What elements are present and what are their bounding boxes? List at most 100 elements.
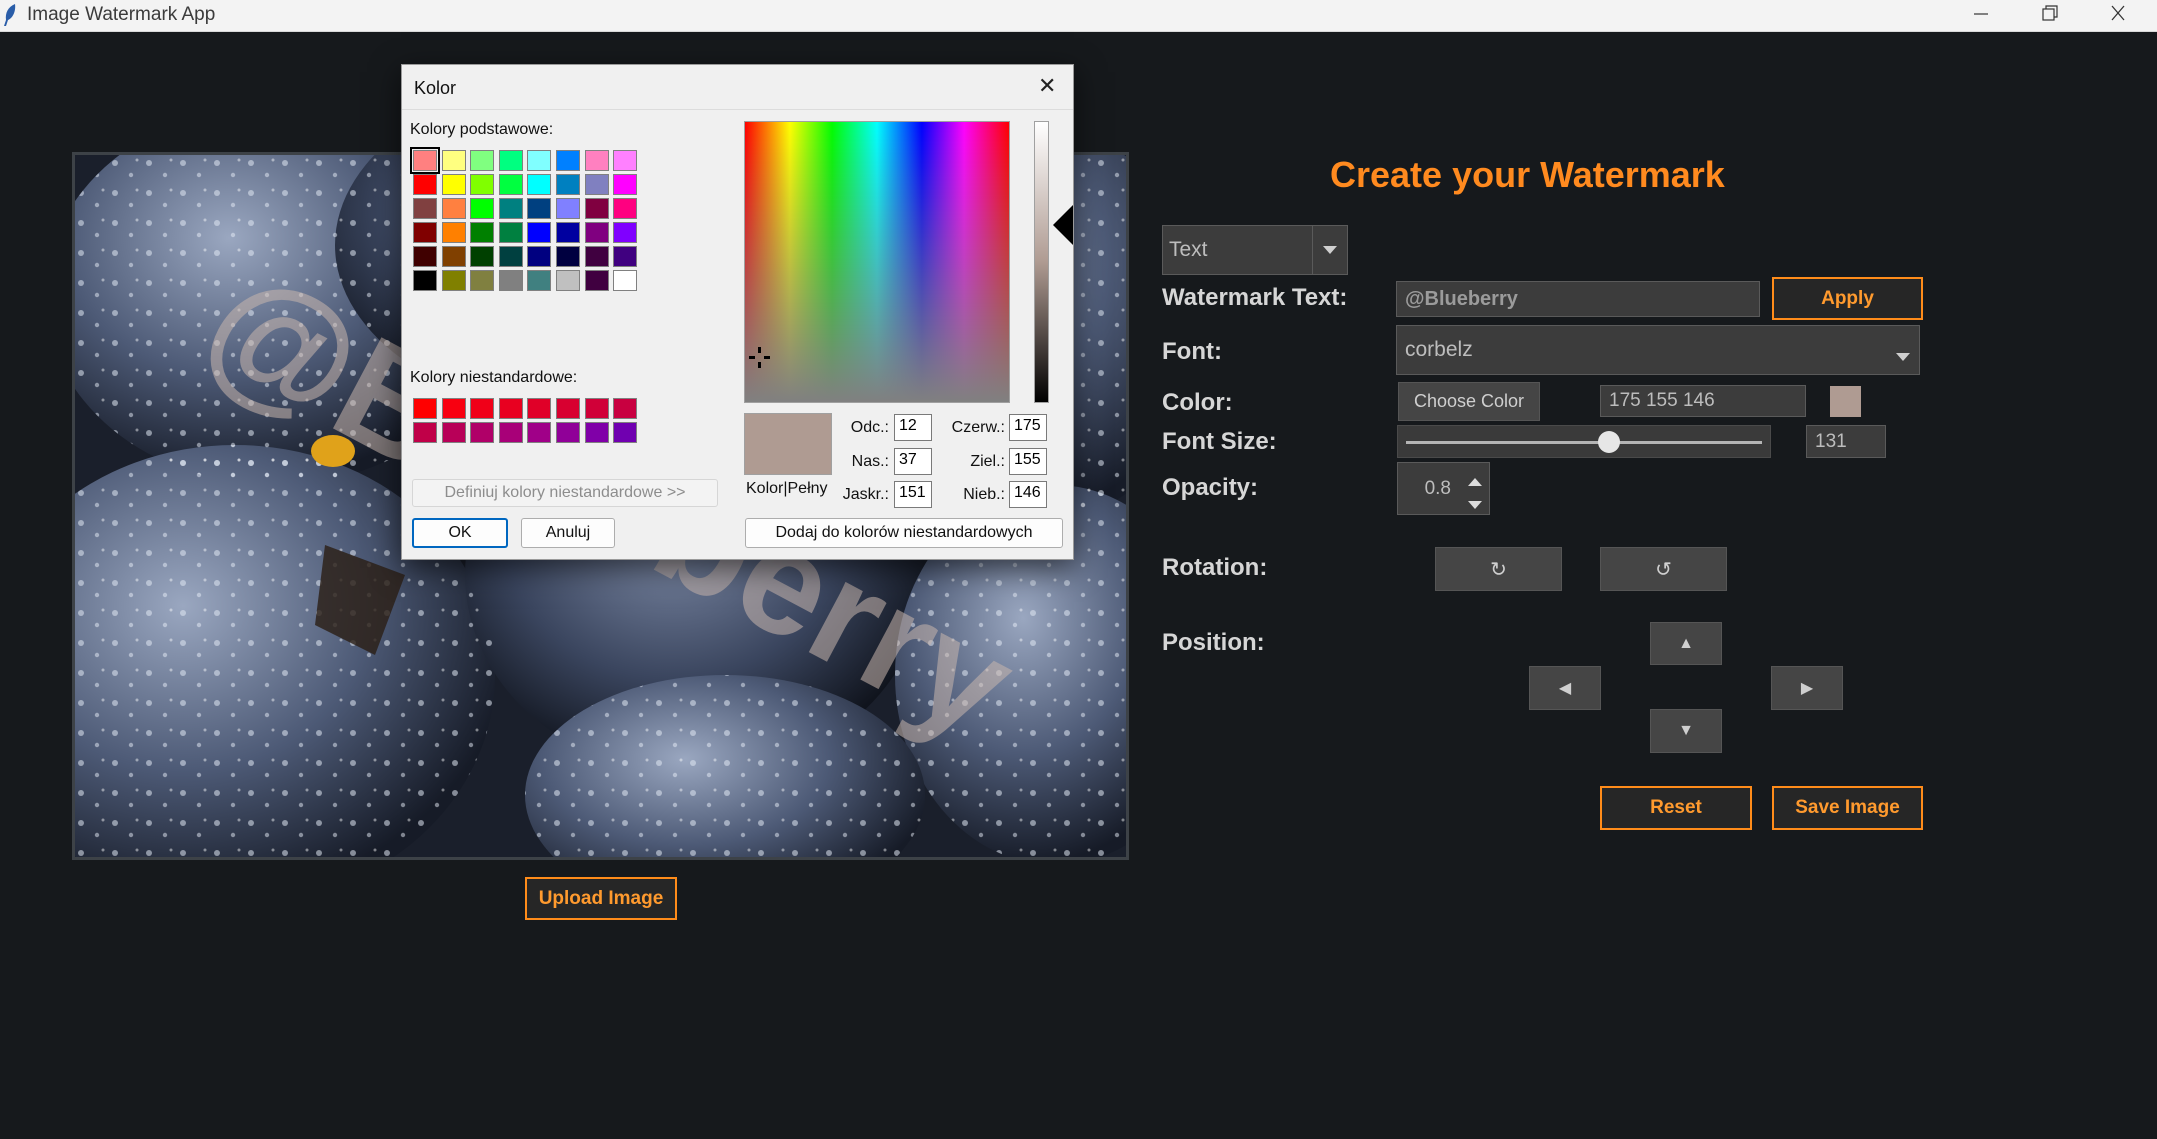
basic-color-swatch[interactable] xyxy=(498,174,523,195)
basic-color-swatch[interactable] xyxy=(613,198,638,219)
blue-input[interactable]: 146 xyxy=(1009,481,1047,508)
basic-color-swatch[interactable] xyxy=(584,222,609,243)
define-custom-colors-button[interactable]: Definiuj kolory niestandardowe >> xyxy=(412,479,718,507)
basic-color-swatch[interactable] xyxy=(498,222,523,243)
basic-color-swatch[interactable] xyxy=(498,198,523,219)
basic-color-swatch[interactable] xyxy=(413,174,437,195)
custom-color-swatch[interactable] xyxy=(613,422,638,443)
basic-color-swatch[interactable] xyxy=(441,222,466,243)
basic-color-swatch[interactable] xyxy=(441,246,466,267)
basic-color-swatch[interactable] xyxy=(441,270,466,291)
basic-color-swatch[interactable] xyxy=(584,198,609,219)
opacity-spinbox[interactable]: 0.8 xyxy=(1397,462,1490,515)
custom-color-swatch[interactable] xyxy=(413,422,437,443)
basic-color-swatch[interactable] xyxy=(613,174,638,195)
hue-input[interactable]: 12 xyxy=(894,414,932,441)
move-right-button[interactable]: ▶ xyxy=(1771,666,1843,710)
basic-color-swatch[interactable] xyxy=(556,198,580,219)
move-left-button[interactable]: ◀ xyxy=(1529,666,1601,710)
basic-color-swatch[interactable] xyxy=(556,150,580,171)
basic-color-swatch[interactable] xyxy=(556,222,580,243)
color-spectrum[interactable] xyxy=(744,121,1010,403)
custom-color-swatch[interactable] xyxy=(584,422,609,443)
basic-color-swatch[interactable] xyxy=(584,246,609,267)
move-down-button[interactable]: ▼ xyxy=(1650,709,1722,753)
spin-up-icon[interactable] xyxy=(1467,471,1483,493)
saturation-input[interactable]: 37 xyxy=(894,448,932,475)
custom-color-swatch[interactable] xyxy=(498,422,523,443)
basic-color-swatch[interactable] xyxy=(498,246,523,267)
basic-color-swatch[interactable] xyxy=(413,246,437,267)
basic-color-swatch[interactable] xyxy=(556,246,580,267)
minimize-button[interactable] xyxy=(1951,0,2011,30)
watermark-text-input[interactable]: @Blueberry xyxy=(1396,281,1760,317)
apply-button[interactable]: Apply xyxy=(1772,277,1923,320)
add-to-custom-colors-button[interactable]: Dodaj do kolorów niestandardowych xyxy=(745,518,1063,548)
luminance-bar[interactable] xyxy=(1034,121,1049,403)
basic-color-swatch[interactable] xyxy=(470,150,495,171)
custom-color-swatch[interactable] xyxy=(470,422,495,443)
custom-color-swatch[interactable] xyxy=(527,422,552,443)
choose-color-button[interactable]: Choose Color xyxy=(1398,382,1540,421)
basic-color-swatch[interactable] xyxy=(527,198,552,219)
font-size-slider[interactable] xyxy=(1397,425,1771,458)
basic-color-swatch[interactable] xyxy=(527,222,552,243)
cancel-button[interactable]: Anuluj xyxy=(521,518,615,548)
basic-color-swatch[interactable] xyxy=(613,270,638,291)
font-size-value-field[interactable]: 131 xyxy=(1806,425,1886,458)
upload-image-button[interactable]: Upload Image xyxy=(525,877,677,920)
basic-color-swatch[interactable] xyxy=(410,147,440,174)
custom-color-swatch[interactable] xyxy=(584,398,609,419)
basic-color-swatch[interactable] xyxy=(527,246,552,267)
close-window-button[interactable] xyxy=(2088,0,2148,30)
basic-color-swatch[interactable] xyxy=(470,198,495,219)
custom-color-swatch[interactable] xyxy=(613,398,638,419)
basic-color-swatch[interactable] xyxy=(584,150,609,171)
basic-color-swatch[interactable] xyxy=(527,270,552,291)
green-input[interactable]: 155 xyxy=(1009,448,1047,475)
save-image-button[interactable]: Save Image xyxy=(1772,786,1923,830)
basic-color-swatch[interactable] xyxy=(470,174,495,195)
basic-color-swatch[interactable] xyxy=(470,270,495,291)
basic-color-swatch[interactable] xyxy=(584,270,609,291)
basic-color-swatch[interactable] xyxy=(613,246,638,267)
basic-color-swatch[interactable] xyxy=(556,174,580,195)
mode-select[interactable]: Text xyxy=(1162,225,1348,275)
spin-down-icon[interactable] xyxy=(1467,494,1483,516)
restore-button[interactable] xyxy=(2019,0,2079,30)
basic-color-swatch[interactable] xyxy=(556,270,580,291)
slider-handle[interactable] xyxy=(1598,431,1620,453)
basic-color-swatch[interactable] xyxy=(527,174,552,195)
custom-color-swatch[interactable] xyxy=(441,398,466,419)
basic-color-swatch[interactable] xyxy=(498,270,523,291)
rotate-clockwise-button[interactable]: ↻ xyxy=(1435,547,1562,591)
basic-color-swatch[interactable] xyxy=(413,222,437,243)
dialog-close-icon[interactable]: ✕ xyxy=(1038,73,1056,99)
reset-button[interactable]: Reset xyxy=(1600,786,1752,830)
basic-color-swatch[interactable] xyxy=(613,150,638,171)
basic-color-swatch[interactable] xyxy=(441,198,466,219)
basic-color-swatch[interactable] xyxy=(441,174,466,195)
rotate-counterclockwise-button[interactable]: ↺ xyxy=(1600,547,1727,591)
custom-color-swatch[interactable] xyxy=(498,398,523,419)
custom-color-swatch[interactable] xyxy=(413,398,437,419)
ok-button[interactable]: OK xyxy=(412,518,508,548)
basic-color-swatch[interactable] xyxy=(441,150,466,171)
color-value-field[interactable]: 175 155 146 xyxy=(1600,385,1806,417)
custom-color-swatch[interactable] xyxy=(527,398,552,419)
basic-color-swatch[interactable] xyxy=(498,150,523,171)
custom-color-swatch[interactable] xyxy=(556,422,580,443)
custom-color-swatch[interactable] xyxy=(441,422,466,443)
red-input[interactable]: 175 xyxy=(1009,414,1047,441)
basic-color-swatch[interactable] xyxy=(584,174,609,195)
basic-color-swatch[interactable] xyxy=(413,198,437,219)
luminance-input[interactable]: 151 xyxy=(894,481,932,508)
basic-color-swatch[interactable] xyxy=(527,150,552,171)
basic-color-swatch[interactable] xyxy=(470,246,495,267)
custom-color-swatch[interactable] xyxy=(556,398,580,419)
luminance-pointer-icon[interactable] xyxy=(1053,205,1073,245)
font-select[interactable]: corbelz xyxy=(1396,325,1920,375)
custom-color-swatch[interactable] xyxy=(470,398,495,419)
basic-color-swatch[interactable] xyxy=(413,270,437,291)
move-up-button[interactable]: ▲ xyxy=(1650,622,1722,665)
